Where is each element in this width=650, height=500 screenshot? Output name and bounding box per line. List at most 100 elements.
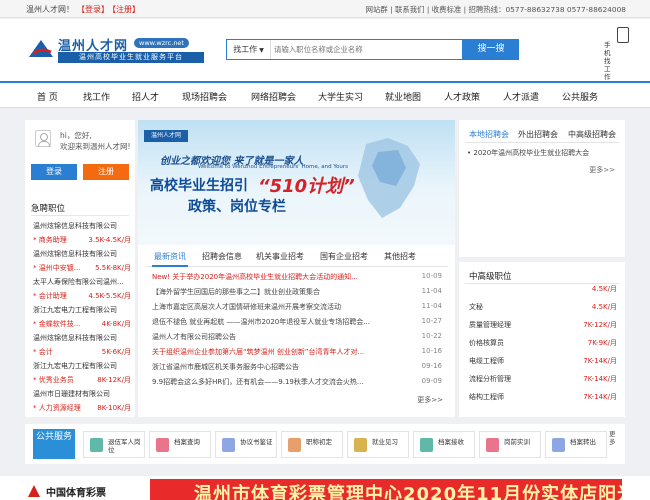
urgent-company-row[interactable]: 浙江九宏电力工程有限公司 bbox=[33, 305, 133, 315]
company-name: 温州炫锦信息科技有限公司 bbox=[33, 250, 117, 258]
job-title: 温州中安镀... bbox=[38, 264, 81, 272]
fair-news-item[interactable]: • 2020年温州高校毕业生就业招聘大会 bbox=[467, 148, 589, 158]
tab-latest-news[interactable]: 最新资讯 bbox=[154, 251, 186, 262]
urgent-job-row[interactable]: * 金蝶软件技... 4K-8K/月 bbox=[33, 319, 133, 329]
company-name: 太平人寿保险有限公司温州... bbox=[33, 278, 124, 286]
nav-onsite-fair[interactable]: 现场招聘会 bbox=[182, 90, 227, 103]
header: 温州人才网 www.wzrc.net 温州高校毕业生就业服务平台 找工作▼ 搜一… bbox=[0, 19, 650, 81]
divider bbox=[31, 215, 129, 216]
promo-banner[interactable]: 温州人才网 创业之都欢迎您 来了就是一家人 Welcome to Wenzhou… bbox=[138, 120, 455, 245]
service-label: 就业见习 bbox=[372, 438, 398, 446]
job-salary: 8K-12K/月 bbox=[97, 376, 131, 384]
urgent-company-row[interactable]: 温州炫锦信息科技有限公司 bbox=[33, 221, 133, 231]
job-fair-panel: 本地招聘会 外出招聘会 中高级招聘会 • 2020年温州高校毕业生就业招聘大会 … bbox=[459, 120, 625, 257]
tab-other-exam[interactable]: 其他招考 bbox=[384, 251, 416, 262]
urgent-company-row[interactable]: 太平人寿保险有限公司温州... bbox=[33, 277, 133, 287]
register-button[interactable]: 注册 bbox=[83, 164, 129, 180]
tab-local-fair[interactable]: 本地招聘会 bbox=[469, 129, 509, 140]
bottom-banner-area: 中国体育彩票 温州市体育彩票管理中心2020年11月份实体店阳光激约 bbox=[0, 476, 650, 500]
job-title: 金蝶软件技... bbox=[38, 320, 81, 328]
news-title: 浙江省温州市鹿城区机关事务服务中心招聘公告 bbox=[152, 363, 299, 371]
banner-highlight: “510计划” bbox=[258, 176, 355, 197]
nav-job-map[interactable]: 就业地图 bbox=[385, 90, 421, 103]
service-icon bbox=[156, 438, 169, 452]
public-service-label: 公共服务 bbox=[33, 429, 75, 459]
urgent-job-row[interactable]: * 温州中安镀... 5.5K-8K/月 bbox=[33, 263, 133, 273]
top-links[interactable]: 网站群 | 联系我们 | 收费标准 | 招聘热线：0577-88632738 0… bbox=[366, 4, 626, 15]
search-input[interactable] bbox=[274, 40, 460, 59]
search-button[interactable]: 搜一搜 bbox=[463, 39, 519, 60]
fair-more-link[interactable]: 更多>> bbox=[589, 165, 615, 175]
service-label: 岗前实训 bbox=[504, 438, 530, 446]
welcome-area: 温州人才网！ 【登录】 【注册】 bbox=[26, 4, 140, 15]
urgent-job-row[interactable]: * 会计助理 4.5K-5.5K/月 bbox=[33, 291, 133, 301]
tab-civil-exam[interactable]: 机关事业招考 bbox=[256, 251, 304, 262]
urgent-jobs-title: 急聘职位 bbox=[31, 204, 66, 214]
city-map-graphic bbox=[358, 138, 420, 218]
service-item[interactable]: 职称初定 bbox=[281, 431, 343, 458]
nav-online-fair[interactable]: 网络招聘会 bbox=[251, 90, 296, 103]
tab-soe-exam[interactable]: 国有企业招考 bbox=[320, 251, 368, 262]
urgent-company-row[interactable]: 浙江九宏电力工程有限公司 bbox=[33, 361, 133, 371]
caret-down-icon: ▼ bbox=[259, 47, 264, 54]
lottery-banner[interactable]: 温州市体育彩票管理中心2020年11月份实体店阳光激约 bbox=[150, 479, 622, 500]
nav-dispatch[interactable]: 人才派遣 bbox=[503, 90, 539, 103]
service-item[interactable]: 档案转出 bbox=[545, 431, 607, 458]
tab-outside-fair[interactable]: 外出招聘会 bbox=[518, 129, 558, 140]
urgent-company-row[interactable]: 温州炫锦信息科技有限公司 bbox=[33, 249, 133, 259]
top-register-link[interactable]: 【注册】 bbox=[112, 5, 140, 14]
logo-mark-icon bbox=[29, 40, 53, 57]
active-tab-indicator bbox=[152, 265, 188, 267]
nav-find-job[interactable]: 找工作 bbox=[83, 90, 110, 103]
nav-internship[interactable]: 大学生实习 bbox=[318, 90, 363, 103]
news-date: 10-27 bbox=[421, 317, 442, 325]
login-button[interactable]: 登录 bbox=[31, 164, 77, 180]
news-title: 关于组织温州企业参加第六届“筑梦温州 创业创新”台湾青年人才对... bbox=[152, 348, 365, 356]
company-name: 温州炫锦信息科技有限公司 bbox=[33, 222, 117, 230]
senior-job-name: 质量管理经理 bbox=[469, 321, 511, 329]
logo-url: www.wzrc.net bbox=[134, 38, 189, 48]
nav-public-service[interactable]: 公共服务 bbox=[562, 90, 598, 103]
service-item[interactable]: 岗前实训 bbox=[479, 431, 541, 458]
nav-home[interactable]: 首 页 bbox=[37, 90, 58, 103]
service-item[interactable]: 协议书鉴证 bbox=[215, 431, 277, 458]
mobile-app-link[interactable]: 手机找工作 bbox=[604, 27, 630, 81]
nav-recruit[interactable]: 招人才 bbox=[132, 90, 159, 103]
news-more-link[interactable]: 更多>> bbox=[417, 395, 443, 405]
urgent-job-row[interactable]: * 优秀业务员 8K-12K/月 bbox=[33, 375, 133, 385]
main-content: 温州人才网 创业之都欢迎您 来了就是一家人 Welcome to Wenzhou… bbox=[138, 120, 455, 417]
urgent-jobs-panel: 急聘职位 温州炫锦信息科技有限公司 * 商务助理 3.5K-4.5K/月 温州炫锦信息… bbox=[25, 195, 135, 417]
urgent-job-row[interactable]: * 商务助理 3.5K-4.5K/月 bbox=[33, 235, 133, 245]
service-icon bbox=[222, 438, 235, 452]
nav-talent-policy[interactable]: 人才政策 bbox=[444, 90, 480, 103]
service-item[interactable]: 就业见习 bbox=[347, 431, 409, 458]
job-title: 会计 bbox=[38, 348, 53, 356]
service-item[interactable]: 退伍军人岗位 bbox=[83, 431, 145, 458]
search-type-select[interactable]: 找工作 ▼ bbox=[227, 40, 271, 59]
site-logo[interactable]: 温州人才网 www.wzrc.net 温州高校毕业生就业服务平台 bbox=[28, 35, 208, 65]
service-label: 职称初定 bbox=[306, 438, 332, 446]
news-date: 11-04 bbox=[421, 302, 442, 310]
banner-line1-en: Welcome to Wenzhou Entrepreneurs' Home, … bbox=[198, 164, 348, 170]
senior-job-salary: 4.5K/月 bbox=[591, 285, 617, 293]
senior-job-name: 文秘 bbox=[469, 303, 483, 311]
tab-senior-fair[interactable]: 中高级招聘会 bbox=[568, 129, 616, 140]
tab-fair-info[interactable]: 招聘会信息 bbox=[202, 251, 242, 262]
senior-job-name: 电缆工程师 bbox=[469, 357, 504, 365]
banner-logo: 温州人才网 bbox=[144, 130, 188, 142]
urgent-job-row[interactable]: * 人力资源经理 8K-10K/月 bbox=[33, 403, 133, 413]
service-label: 档案查询 bbox=[174, 438, 200, 446]
company-name: 浙江九宏电力工程有限公司 bbox=[33, 362, 117, 370]
senior-job-salary: 4.5K/月 bbox=[591, 303, 617, 311]
service-more-link[interactable]: 更多 bbox=[609, 430, 619, 446]
senior-jobs-panel: 中高级职位 4.5K/月 文秘 4.5K/月 质量管理经理 7K-12K/月 价格核算员 7… bbox=[459, 262, 625, 417]
job-salary: 3.5K-4.5K/月 bbox=[88, 236, 131, 244]
service-item[interactable]: 档案查询 bbox=[149, 431, 211, 458]
top-login-link[interactable]: 【登录】 bbox=[77, 5, 109, 14]
lottery-logo[interactable]: 中国体育彩票 bbox=[26, 481, 142, 500]
service-item[interactable]: 档案接收 bbox=[413, 431, 475, 458]
urgent-company-row[interactable]: 温州炫锦信息科技有限公司 bbox=[33, 333, 133, 343]
urgent-job-row[interactable]: * 会计 5K-6K/月 bbox=[33, 347, 133, 357]
urgent-company-row[interactable]: 温州市日珊建材有限公司 bbox=[33, 389, 133, 399]
senior-job-salary: 7K-14K/月 bbox=[583, 393, 617, 401]
